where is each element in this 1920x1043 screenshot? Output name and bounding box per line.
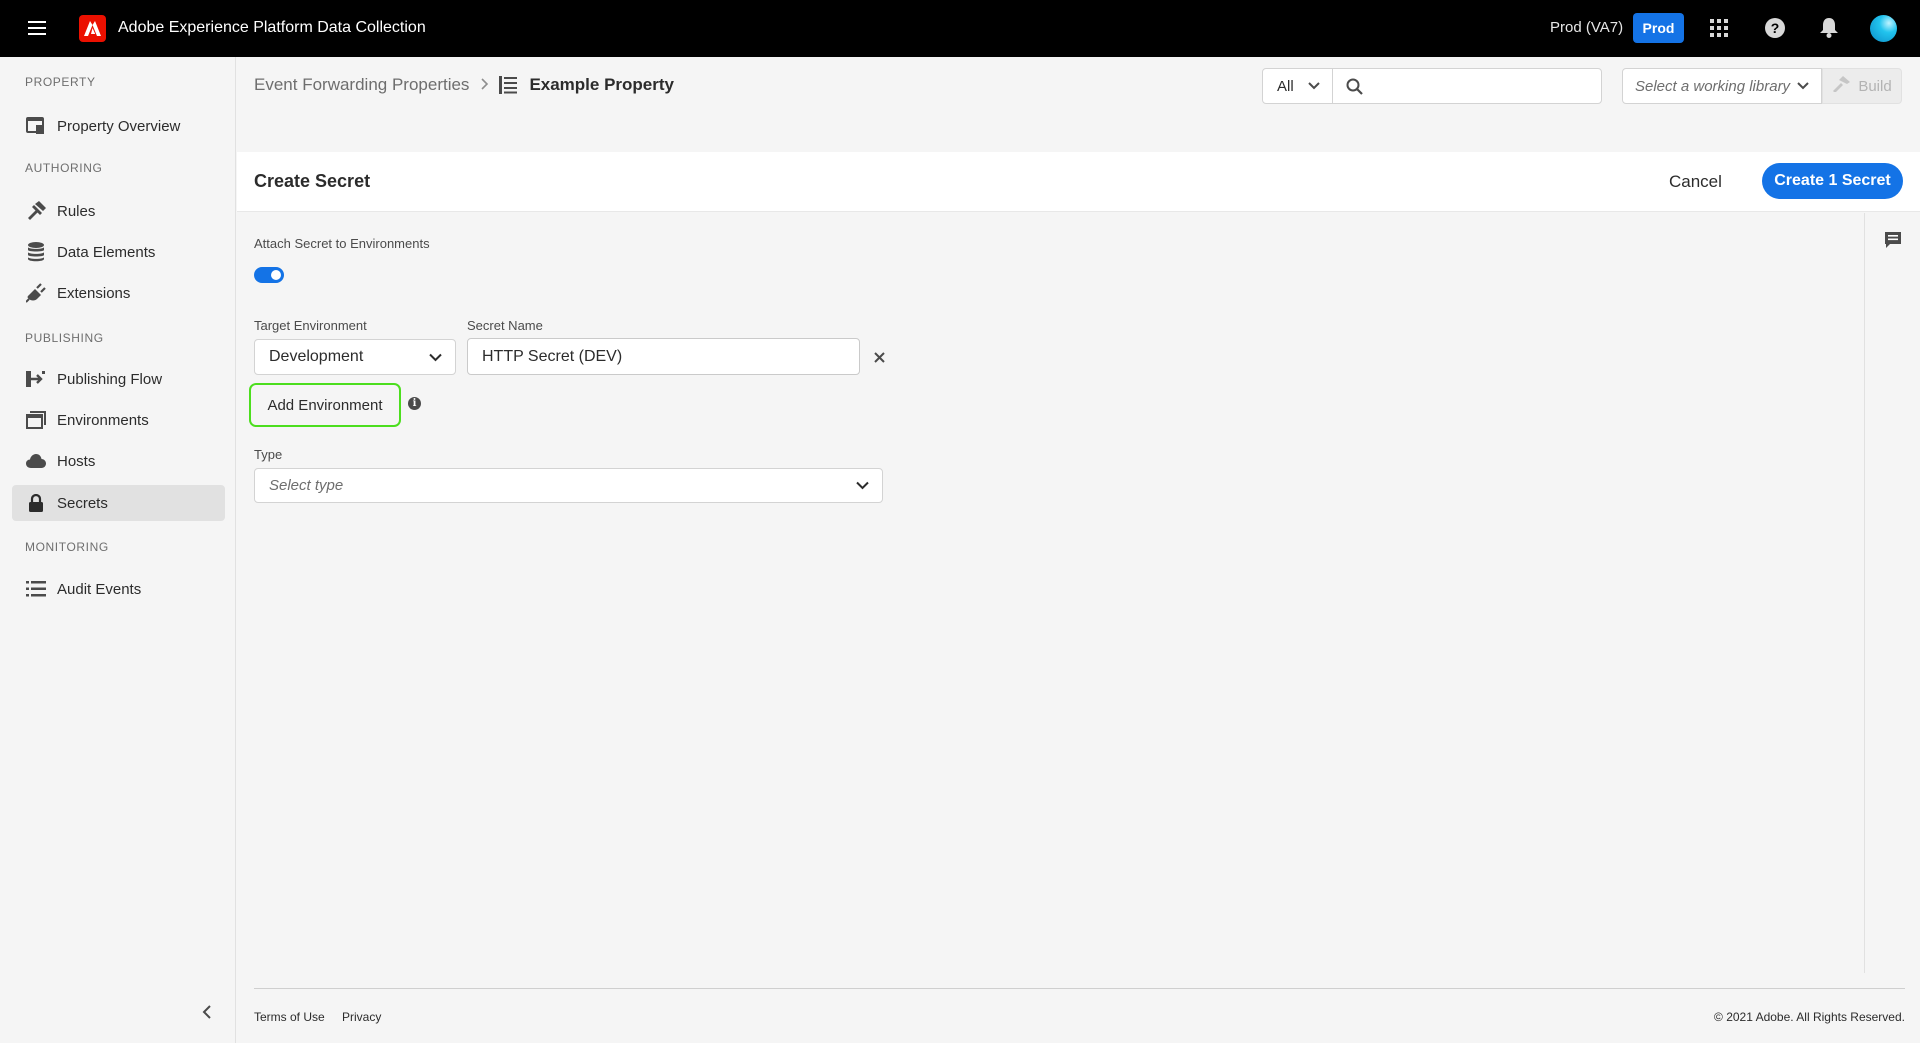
target-environment-value: Development [269,348,364,365]
sidebar-item-publishing-flow[interactable]: Publishing Flow [12,361,225,397]
close-icon [873,351,885,363]
search-scope-dropdown[interactable]: All [1262,68,1333,104]
attach-secret-label: Attach Secret to Environments [254,236,430,251]
remove-environment-button[interactable] [872,350,886,364]
create-secret-header: Create Secret Cancel Create 1 Secret [237,152,1920,212]
info-icon[interactable]: i [408,397,421,410]
chevron-down-icon [429,351,442,369]
working-library-dropdown[interactable]: Select a working library [1622,68,1822,104]
breadcrumb-current-property: Example Property [529,75,674,94]
target-environment-dropdown[interactable]: Development [254,339,456,375]
collapse-sidebar-icon[interactable] [198,1003,216,1021]
lock-icon [26,493,46,513]
build-label: Build [1858,77,1892,95]
rules-icon [26,201,46,221]
working-library-placeholder: Select a working library [1635,77,1791,95]
sidebar-item-secrets[interactable]: Secrets [12,485,225,521]
sidebar-item-label: Hosts [57,452,96,470]
sidebar-item-property-overview[interactable]: Property Overview [12,108,225,144]
type-placeholder: Select type [269,477,344,494]
cloud-icon [26,451,46,471]
sidebar-item-label: Data Elements [57,243,156,261]
property-overview-icon [26,116,46,136]
add-environment-button[interactable]: Add Environment [249,383,401,427]
build-button[interactable]: Build [1822,68,1902,104]
list-icon [26,579,46,599]
adobe-logo[interactable] [79,15,106,42]
chevron-down-icon [1797,79,1809,96]
secret-name-label: Secret Name [467,318,543,333]
copyright-text: © 2021 Adobe. All Rights Reserved. [1714,1010,1905,1024]
sidebar-item-label: Publishing Flow [57,370,163,388]
section-heading-property: PROPERTY [25,75,96,89]
chevron-right-icon [481,77,489,93]
chevron-down-icon [1308,79,1320,96]
sidebar-item-extensions[interactable]: Extensions [12,275,225,311]
section-heading-authoring: AUTHORING [25,161,103,175]
secret-name-input[interactable] [467,338,860,375]
breadcrumb-event-forwarding-properties[interactable]: Event Forwarding Properties [254,75,469,95]
section-heading-publishing: PUBLISHING [25,331,104,345]
target-environment-label: Target Environment [254,318,367,333]
page-title: Create Secret [254,171,371,191]
search-scope-value: All [1277,77,1294,95]
help-icon[interactable]: ? [1763,16,1787,40]
type-label: Type [254,447,283,462]
add-environment-label: Add Environment [267,396,383,414]
attach-environments-toggle[interactable] [254,267,284,283]
sidebar-item-audit-events[interactable]: Audit Events [12,571,225,607]
publishing-flow-icon [26,369,46,389]
sidebar-item-label: Property Overview [57,117,181,135]
data-elements-icon [26,242,46,262]
footer-divider [254,988,1905,989]
hammer-icon [1832,76,1851,96]
privacy-link[interactable]: Privacy [342,1010,381,1024]
menu-icon[interactable] [26,18,48,38]
sidebar-item-label: Audit Events [57,580,142,598]
search-field[interactable] [1332,68,1602,104]
property-icon [499,76,518,94]
top-bar: Adobe Experience Platform Data Collectio… [0,0,1920,57]
cancel-button[interactable]: Cancel [1657,166,1734,198]
sidebar-item-hosts[interactable]: Hosts [12,443,225,479]
sidebar-item-environments[interactable]: Environments [12,402,225,438]
chevron-down-icon [856,479,869,496]
search-input[interactable] [1373,73,1593,99]
environments-icon [26,410,46,430]
svg-text:?: ? [1771,20,1780,36]
right-rail-divider [1864,213,1865,973]
sidebar-item-label: Rules [57,202,96,220]
sidebar-item-label: Environments [57,411,149,429]
notifications-icon[interactable] [1817,16,1841,40]
sidebar-item-data-elements[interactable]: Data Elements [12,234,225,270]
app-switcher-icon[interactable] [1707,16,1731,40]
environment-badge[interactable]: Prod [1633,13,1684,43]
comment-icon[interactable] [1884,231,1904,251]
terms-of-use-link[interactable]: Terms of Use [254,1010,325,1024]
type-dropdown[interactable]: Select type [254,468,883,503]
org-switcher[interactable]: Prod (VA7) [1550,19,1623,36]
breadcrumb: Event Forwarding Properties Example Prop… [254,73,674,97]
app-title: Adobe Experience Platform Data Collectio… [118,19,426,36]
create-secret-button[interactable]: Create 1 Secret [1762,163,1903,199]
sidebar-item-rules[interactable]: Rules [12,193,225,229]
sidebar-item-label: Secrets [57,494,108,512]
sidebar-item-label: Extensions [57,284,131,302]
avatar[interactable] [1870,15,1897,42]
extensions-icon [26,283,46,303]
section-heading-monitoring: MONITORING [25,540,109,554]
search-icon [1346,78,1363,100]
